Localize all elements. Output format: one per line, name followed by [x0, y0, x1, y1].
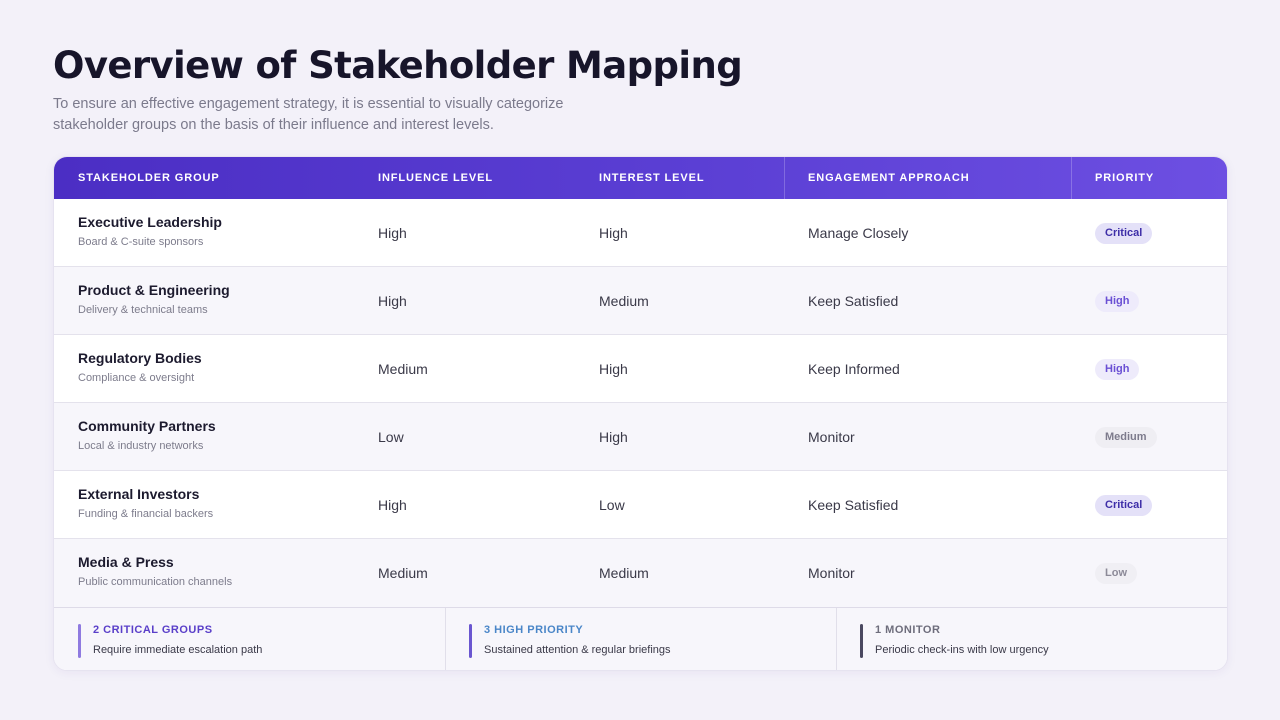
interest-level: Medium — [599, 565, 649, 581]
influence-level: Medium — [378, 361, 428, 377]
summary-footer: 2 CRITICAL GROUPS Require immediate esca… — [54, 607, 1227, 670]
summary-monitor: 1 MONITOR Periodic check-ins with low ur… — [836, 608, 1227, 670]
priority-badge: High — [1095, 359, 1140, 380]
group-description: Public communication channels — [78, 576, 233, 588]
group-name: Product & Engineering — [78, 282, 230, 298]
group-name: Regulatory Bodies — [78, 350, 202, 366]
engagement-approach: Keep Satisfied — [808, 497, 899, 513]
group-name: External Investors — [78, 486, 200, 502]
influence-level: Low — [378, 429, 404, 445]
accent-bar — [78, 624, 81, 658]
column-header-priority: PRIORITY — [1095, 172, 1155, 184]
engagement-approach: Keep Informed — [808, 361, 900, 377]
table-row: Executive Leadership Board & C-suite spo… — [54, 199, 1227, 267]
table-row: External Investors Funding & financial b… — [54, 471, 1227, 539]
engagement-approach: Monitor — [808, 565, 855, 581]
summary-high-priority: 3 HIGH PRIORITY Sustained attention & re… — [445, 608, 836, 670]
priority-badge: Critical — [1095, 495, 1153, 516]
group-name: Media & Press — [78, 554, 174, 570]
engagement-approach: Monitor — [808, 429, 855, 445]
summary-title: 2 CRITICAL GROUPS — [93, 624, 213, 636]
priority-badge: High — [1095, 291, 1140, 312]
group-description: Funding & financial backers — [78, 508, 214, 520]
group-name: Community Partners — [78, 418, 216, 434]
influence-level: High — [378, 225, 407, 241]
engagement-approach: Manage Closely — [808, 225, 909, 241]
table-row: Regulatory Bodies Compliance & oversight… — [54, 335, 1227, 403]
header-divider — [1071, 157, 1072, 199]
stakeholder-table: STAKEHOLDER GROUP INFLUENCE LEVEL INTERE… — [53, 156, 1228, 671]
summary-title: 3 HIGH PRIORITY — [484, 624, 584, 636]
summary-description: Sustained attention & regular briefings — [484, 644, 671, 656]
column-header-influence-level: INFLUENCE LEVEL — [378, 172, 493, 184]
table-row: Product & Engineering Delivery & technic… — [54, 267, 1227, 335]
interest-level: High — [599, 429, 628, 445]
page-title: Overview of Stakeholder Mapping — [53, 44, 743, 87]
interest-level: Medium — [599, 293, 649, 309]
group-name: Executive Leadership — [78, 214, 222, 230]
interest-level: High — [599, 225, 628, 241]
influence-level: Medium — [378, 565, 428, 581]
summary-description: Require immediate escalation path — [93, 644, 263, 656]
engagement-approach: Keep Satisfied — [808, 293, 899, 309]
column-header-stakeholder-group: STAKEHOLDER GROUP — [78, 172, 220, 184]
priority-badge: Critical — [1095, 223, 1153, 244]
group-description: Board & C-suite sponsors — [78, 236, 204, 248]
column-header-interest-level: INTEREST LEVEL — [599, 172, 705, 184]
accent-bar — [860, 624, 863, 658]
table-header: STAKEHOLDER GROUP INFLUENCE LEVEL INTERE… — [54, 157, 1227, 199]
column-header-engagement-approach: ENGAGEMENT APPROACH — [808, 172, 970, 184]
page-subtitle: To ensure an effective engagement strate… — [53, 96, 564, 133]
summary-critical: 2 CRITICAL GROUPS Require immediate esca… — [54, 608, 445, 670]
priority-badge: Low — [1095, 563, 1137, 584]
summary-title: 1 MONITOR — [875, 624, 941, 636]
summary-description: Periodic check-ins with low urgency — [875, 644, 1049, 656]
interest-level: Low — [599, 497, 625, 513]
group-description: Compliance & oversight — [78, 372, 195, 384]
table-row: Community Partners Local & industry netw… — [54, 403, 1227, 471]
influence-level: High — [378, 497, 407, 513]
table-row: Media & Press Public communication chann… — [54, 539, 1227, 607]
influence-level: High — [378, 293, 407, 309]
header-divider — [784, 157, 785, 199]
interest-level: High — [599, 361, 628, 377]
priority-badge: Medium — [1095, 427, 1157, 448]
accent-bar — [469, 624, 472, 658]
group-description: Delivery & technical teams — [78, 304, 208, 316]
group-description: Local & industry networks — [78, 440, 204, 452]
